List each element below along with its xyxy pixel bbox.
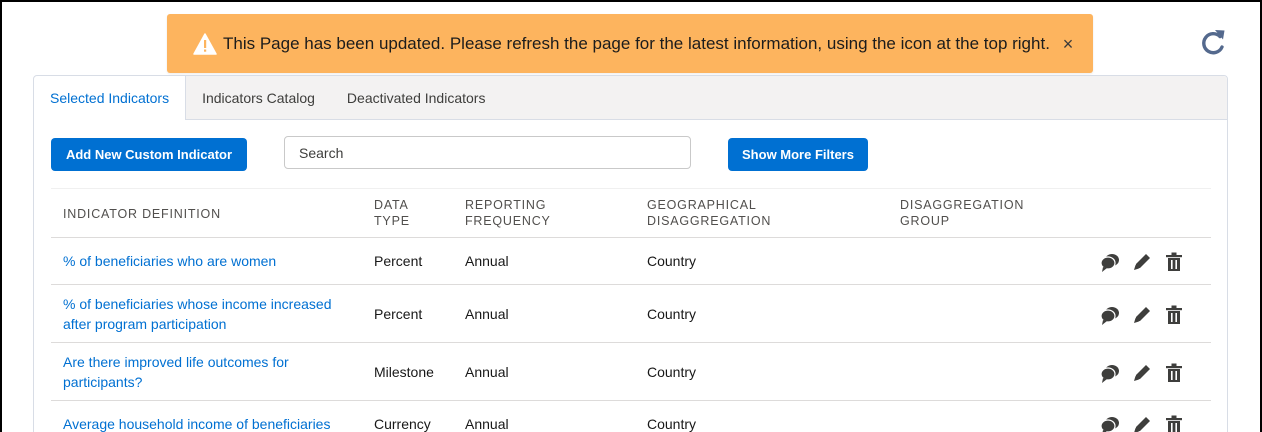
delete-trash-icon[interactable] bbox=[1163, 362, 1185, 384]
update-toast: This Page has been updated. Please refre… bbox=[167, 14, 1093, 73]
header-geographical-disaggregation[interactable]: GEOGRAPHICAL DISAGGREGATION bbox=[647, 197, 771, 229]
row-actions bbox=[1099, 304, 1185, 326]
indicator-link-text: % of beneficiaries whose income increase… bbox=[63, 296, 332, 312]
header-data-type-line2: TYPE bbox=[374, 214, 410, 228]
frequency-cell: Annual bbox=[465, 364, 509, 380]
tab-selected-indicators[interactable]: Selected Indicators bbox=[34, 76, 187, 120]
edit-pencil-icon[interactable] bbox=[1131, 362, 1153, 384]
row-actions bbox=[1099, 362, 1185, 384]
indicator-link[interactable]: % of beneficiaries who are women bbox=[63, 251, 276, 271]
frequency-cell: Annual bbox=[465, 416, 509, 432]
search-input[interactable] bbox=[284, 136, 691, 169]
add-custom-indicator-button[interactable]: Add New Custom Indicator bbox=[51, 138, 247, 171]
close-icon[interactable]: × bbox=[1057, 33, 1079, 55]
delete-trash-icon[interactable] bbox=[1163, 251, 1185, 273]
geo-cell: Country bbox=[647, 416, 697, 432]
delete-trash-icon[interactable] bbox=[1163, 304, 1185, 326]
data-type-cell: Percent bbox=[374, 253, 423, 269]
page-frame: This Page has been updated. Please refre… bbox=[0, 0, 1262, 432]
indicator-link-text: Average household income of beneficiarie… bbox=[63, 416, 331, 432]
edit-pencil-icon[interactable] bbox=[1131, 251, 1153, 273]
table-row: Average household income of beneficiarie… bbox=[51, 401, 1211, 432]
header-disaggregation-group[interactable]: DISAGGREGATION GROUP bbox=[900, 197, 1024, 229]
warning-icon bbox=[193, 32, 217, 55]
header-geo-line2: DISAGGREGATION bbox=[647, 214, 772, 228]
data-type-cell: Milestone bbox=[374, 364, 434, 380]
frequency-cell: Annual bbox=[465, 306, 509, 322]
edit-pencil-icon[interactable] bbox=[1131, 414, 1153, 432]
comments-icon[interactable] bbox=[1099, 304, 1121, 326]
header-reporting-frequency[interactable]: REPORTING FREQUENCY bbox=[465, 197, 551, 229]
data-type-cell: Percent bbox=[374, 306, 423, 322]
indicator-link-text: after program participation bbox=[63, 316, 227, 332]
header-frequency-line2: FREQUENCY bbox=[465, 214, 551, 228]
comments-icon[interactable] bbox=[1099, 251, 1121, 273]
header-indicator-definition[interactable]: INDICATOR DEFINITION bbox=[63, 206, 221, 222]
indicator-link-text: Are there improved life outcomes for bbox=[63, 354, 289, 370]
header-geo-line1: GEOGRAPHICAL bbox=[647, 198, 757, 212]
table-row: % of beneficiaries whose income increase… bbox=[51, 285, 1211, 343]
toast-message: This Page has been updated. Please refre… bbox=[223, 33, 1050, 53]
header-group-line2: GROUP bbox=[900, 214, 950, 228]
edit-pencil-icon[interactable] bbox=[1131, 304, 1153, 326]
header-data-type[interactable]: DATA TYPE bbox=[374, 197, 410, 229]
table-header: INDICATOR DEFINITION DATA TYPE REPORTING… bbox=[51, 188, 1211, 238]
data-type-cell: Currency bbox=[374, 416, 431, 432]
header-group-line1: DISAGGREGATION bbox=[900, 198, 1025, 212]
indicator-link[interactable]: Are there improved life outcomes for par… bbox=[63, 352, 289, 392]
indicator-link-text: participants? bbox=[63, 374, 143, 390]
indicator-link[interactable]: Average household income of beneficiarie… bbox=[63, 414, 330, 432]
comments-icon[interactable] bbox=[1099, 362, 1121, 384]
geo-cell: Country bbox=[647, 306, 697, 322]
tab-bar: Selected Indicators Indicators Catalog D… bbox=[34, 76, 1227, 120]
tab-indicators-catalog[interactable]: Indicators Catalog bbox=[186, 76, 331, 119]
geo-cell: Country bbox=[647, 253, 697, 269]
indicators-table: INDICATOR DEFINITION DATA TYPE REPORTING… bbox=[51, 188, 1211, 432]
delete-trash-icon[interactable] bbox=[1163, 414, 1185, 432]
show-more-filters-button[interactable]: Show More Filters bbox=[728, 138, 868, 171]
row-actions bbox=[1099, 414, 1185, 432]
row-actions bbox=[1099, 251, 1185, 273]
tab-deactivated-indicators[interactable]: Deactivated Indicators bbox=[331, 76, 502, 119]
indicator-link-text: % of beneficiaries who are women bbox=[63, 253, 277, 269]
refresh-icon[interactable] bbox=[1198, 27, 1228, 57]
geo-cell: Country bbox=[647, 364, 697, 380]
table-row: Are there improved life outcomes for par… bbox=[51, 343, 1211, 401]
table-row: % of beneficiaries who are women Percent… bbox=[51, 238, 1211, 285]
indicator-link[interactable]: % of beneficiaries whose income increase… bbox=[63, 294, 331, 334]
comments-icon[interactable] bbox=[1099, 414, 1121, 432]
header-frequency-line1: REPORTING bbox=[465, 198, 547, 212]
header-data-type-line1: DATA bbox=[374, 198, 409, 212]
indicators-tabset: Selected Indicators Indicators Catalog D… bbox=[33, 75, 1228, 432]
frequency-cell: Annual bbox=[465, 253, 509, 269]
